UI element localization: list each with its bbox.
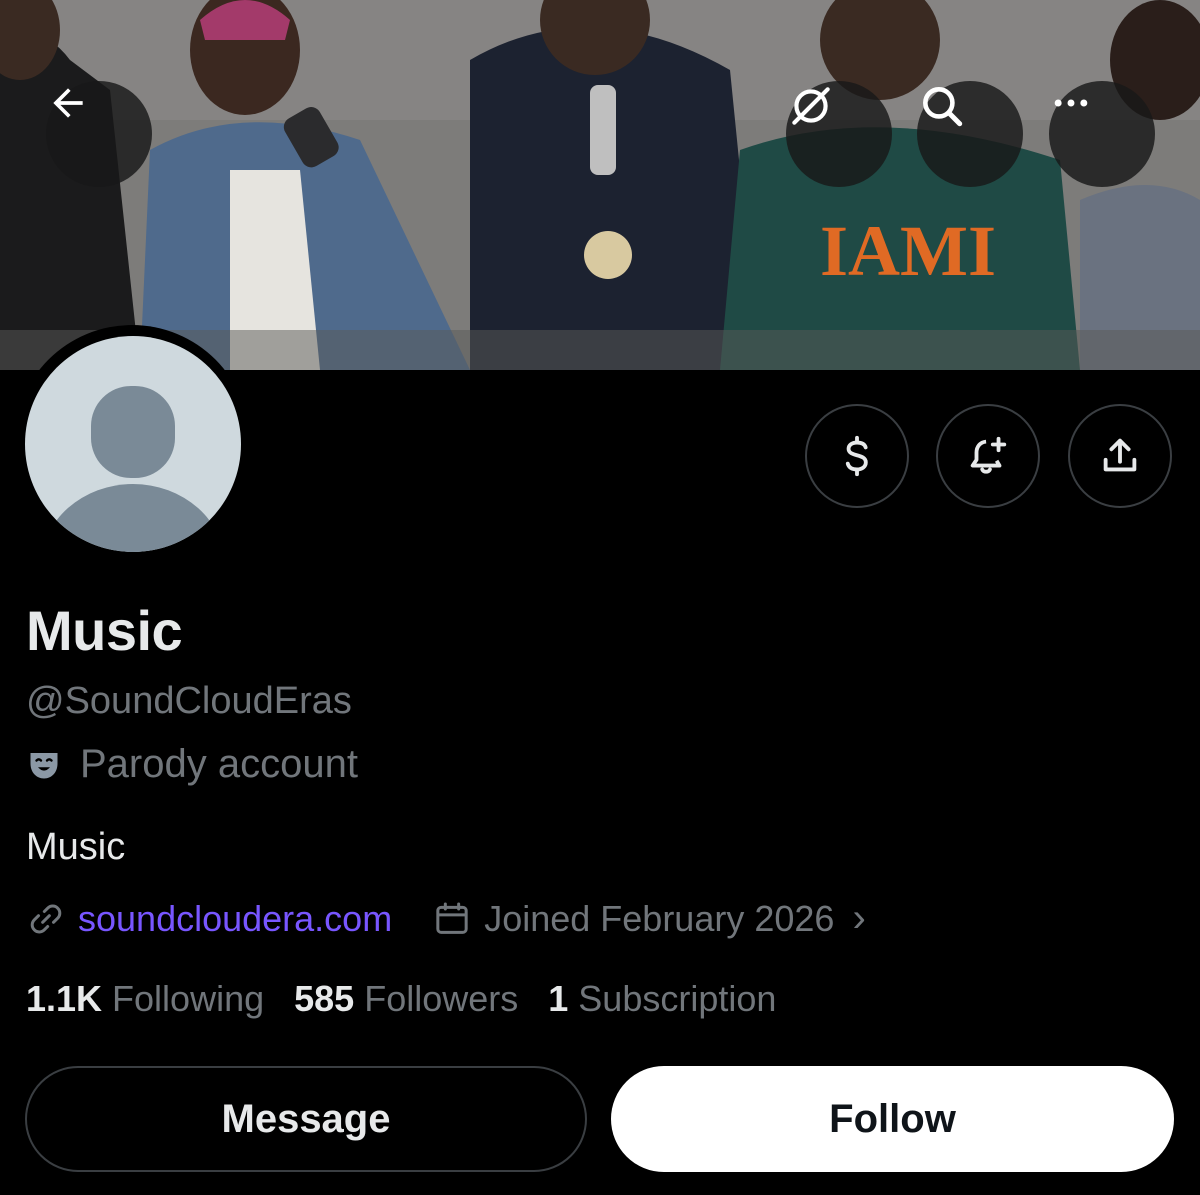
share-icon — [1103, 438, 1137, 472]
back-button[interactable] — [46, 81, 152, 187]
following-stat[interactable]: 1.1K Following — [26, 978, 264, 1020]
followers-label: Followers — [364, 978, 519, 1019]
svg-text:IAMI: IAMI — [820, 211, 996, 291]
subscriptions-count: 1 — [548, 978, 569, 1019]
default-avatar-icon — [42, 386, 224, 552]
profile-handle: @SoundCloudEras — [26, 680, 352, 722]
parody-text: Parody account — [80, 742, 358, 786]
notify-button[interactable] — [936, 404, 1040, 508]
message-button[interactable]: Message — [25, 1066, 587, 1172]
joined-text: Joined February 2026 — [484, 897, 835, 939]
follow-button[interactable]: Follow — [611, 1066, 1174, 1172]
following-count: 1.1K — [26, 978, 103, 1019]
bell-plus-icon — [970, 436, 1007, 474]
share-button[interactable] — [1068, 404, 1172, 508]
dollar-sign-icon — [845, 435, 868, 477]
grok-icon — [792, 87, 830, 125]
parody-label: Parody account — [26, 742, 358, 787]
profile-name: Music — [26, 599, 183, 662]
grok-button[interactable] — [786, 81, 892, 187]
banner-image: IAMI — [0, 0, 1200, 370]
avatar[interactable] — [25, 336, 241, 552]
profile-stats: 1.1K Following 585 Followers 1 Subscript… — [26, 978, 806, 1020]
followers-count: 585 — [294, 978, 355, 1019]
joined-date[interactable]: Joined February 2026 › — [432, 896, 866, 941]
subscriptions-stat[interactable]: 1 Subscription — [548, 978, 776, 1020]
chevron-right-icon: › — [852, 896, 866, 940]
more-button[interactable] — [1049, 81, 1155, 187]
more-horizontal-icon — [1054, 99, 1088, 107]
subscriptions-label: Subscription — [578, 978, 777, 1019]
followers-stat[interactable]: 585 Followers — [294, 978, 518, 1020]
website-link[interactable]: soundcloudera.com — [26, 898, 392, 940]
search-button[interactable] — [917, 81, 1023, 187]
profile-banner[interactable]: IAMI — [0, 0, 1200, 370]
arrow-left-icon — [53, 88, 83, 118]
website-text[interactable]: soundcloudera.com — [78, 898, 392, 940]
subscribe-button[interactable] — [805, 404, 909, 508]
search-icon — [923, 87, 963, 127]
following-label: Following — [112, 978, 265, 1019]
profile-meta: soundcloudera.com Joined February 2026 › — [26, 896, 866, 941]
theater-mask-icon — [30, 752, 58, 778]
calendar-icon — [436, 902, 468, 934]
profile-bio: Music — [26, 826, 126, 868]
link-icon — [30, 904, 62, 933]
